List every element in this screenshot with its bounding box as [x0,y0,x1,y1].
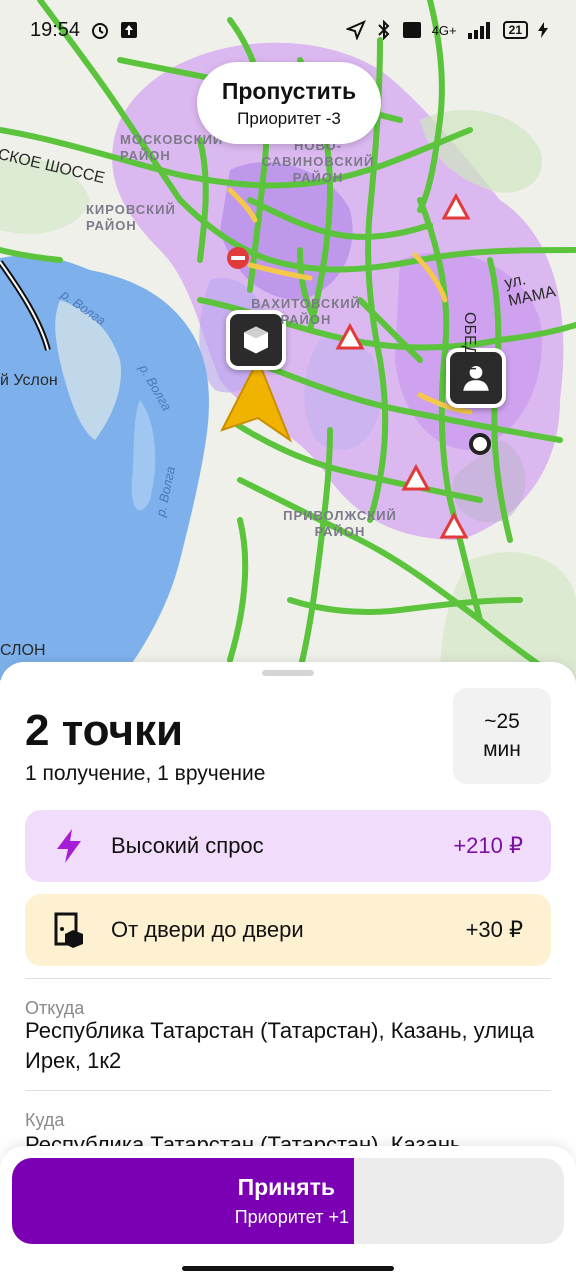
network-type: 4G+ [431,22,457,38]
bluetooth-icon [376,20,392,40]
door-box-icon [51,910,87,950]
eta-unit: мин [483,738,521,761]
door-value: +30 ₽ [465,917,523,942]
map-label-vakhitov: Вахитовский район [251,296,361,327]
map-label-moscow: Московский район [120,132,224,163]
map-label-savinovo: Ново-Савиновский район [261,138,375,185]
divider [25,978,551,979]
accept-subtitle: Приоритет +1 [234,1207,349,1227]
skip-title: Пропустить [221,77,357,104]
map-label-slon: СЛОН [0,642,46,659]
demand-label: Высокий спрос [111,833,264,858]
demand-value: +210 ₽ [453,833,523,858]
location-icon [345,20,366,40]
high-demand-badge: Высокий спрос +210 ₽ [25,810,551,882]
charging-icon [538,22,548,38]
status-bar: 19:54 4G+ 21 [0,0,576,60]
clock: 19:54 [30,18,81,41]
battery-level: 21 [508,23,522,37]
accept-title: Принять [237,1174,335,1200]
map-label-pobedy: ОБЕДЫ [461,312,478,371]
eta-box: ~25 мин [453,688,551,784]
lightning-icon [51,826,87,866]
sheet-handle[interactable] [262,670,314,676]
map-label-privolzhsky: Приволжский район [283,508,397,539]
accept-button[interactable]: Принять Приоритет +1 [12,1158,564,1244]
accept-panel: Принять Приоритет +1 [0,1146,576,1280]
skip-button[interactable]: Пропустить Приоритет -3 [197,62,381,144]
to-label: Куда [25,1110,65,1130]
skip-subtitle: Приоритет -3 [237,108,341,128]
battery-indicator: 21 [502,21,528,39]
order-title: 2 точки [25,706,184,755]
signal-icon [467,21,493,39]
upload-icon [120,21,138,39]
divider [25,1090,551,1091]
door-label: От двери до двери [111,917,304,942]
eta-value: ~25 [484,709,520,733]
order-subtitle: 1 получение, 1 вручение [25,762,266,785]
door-to-door-badge: От двери до двери +30 ₽ [25,894,551,966]
alarm-icon [90,20,110,40]
map[interactable]: Московский район Кировский район Ново-Са… [0,0,576,680]
from-address: Республика Татарстан (Татарстан), Казань… [25,1018,535,1073]
map-label-uslon: й Услон [0,372,58,389]
accept-text: Принять Приоритет +1 [12,1158,355,1244]
gesture-bar[interactable] [182,1266,394,1271]
map-label-kirov: Кировский район [86,202,176,233]
volte-icon [402,21,422,39]
